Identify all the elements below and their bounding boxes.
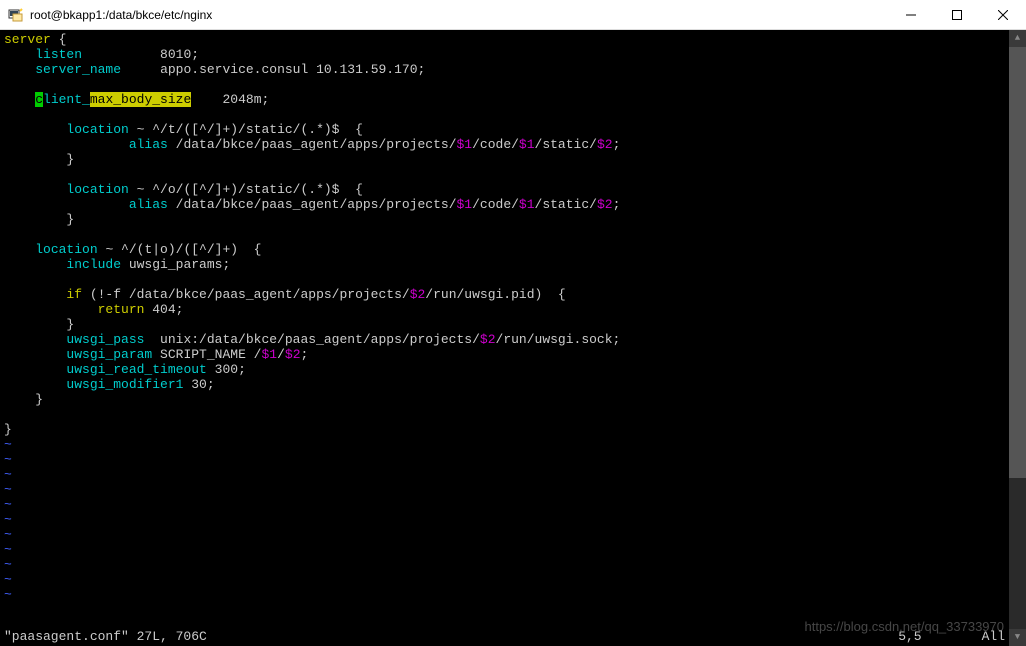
putty-icon	[8, 7, 24, 23]
window-title: root@bkapp1:/data/bkce/etc/nginx	[30, 8, 888, 22]
vim-tilde: ~	[4, 437, 12, 452]
scrollbar-up-arrow[interactable]: ▲	[1009, 30, 1026, 47]
directive-uwsgi-param: uwsgi_param	[66, 347, 152, 362]
maximize-button[interactable]	[934, 0, 980, 29]
window-titlebar: root@bkapp1:/data/bkce/etc/nginx	[0, 0, 1026, 30]
scrollbar[interactable]: ▲ ▼	[1009, 30, 1026, 646]
directive-uwsgi-modifier1: uwsgi_modifier1	[66, 377, 183, 392]
status-filename: "paasagent.conf" 27L, 706C	[4, 629, 207, 644]
search-highlight: max_body_size	[90, 92, 191, 107]
directive-listen: listen	[35, 47, 82, 62]
terminal-content: server { listen 8010; server_name appo.s…	[4, 32, 1022, 602]
directive-include: include	[66, 257, 121, 272]
directive-uwsgi-pass: uwsgi_pass	[66, 332, 144, 347]
directive-location: location	[66, 122, 128, 137]
close-button[interactable]	[980, 0, 1026, 29]
scrollbar-thumb[interactable]	[1009, 47, 1026, 478]
keyword-if: if	[66, 287, 82, 302]
minimize-button[interactable]	[888, 0, 934, 29]
keyword-server: server	[4, 32, 51, 47]
variable: $1	[457, 137, 473, 152]
keyword-return: return	[98, 302, 145, 317]
scrollbar-down-arrow[interactable]: ▼	[1009, 629, 1026, 646]
terminal[interactable]: server { listen 8010; server_name appo.s…	[0, 30, 1026, 646]
directive-server-name: server_name	[35, 62, 121, 77]
watermark: https://blog.csdn.net/qq_33733970	[805, 619, 1005, 634]
window-controls	[888, 0, 1026, 29]
directive-uwsgi-read-timeout: uwsgi_read_timeout	[66, 362, 206, 377]
directive-alias: alias	[129, 137, 168, 152]
cursor-position: c	[35, 92, 43, 107]
